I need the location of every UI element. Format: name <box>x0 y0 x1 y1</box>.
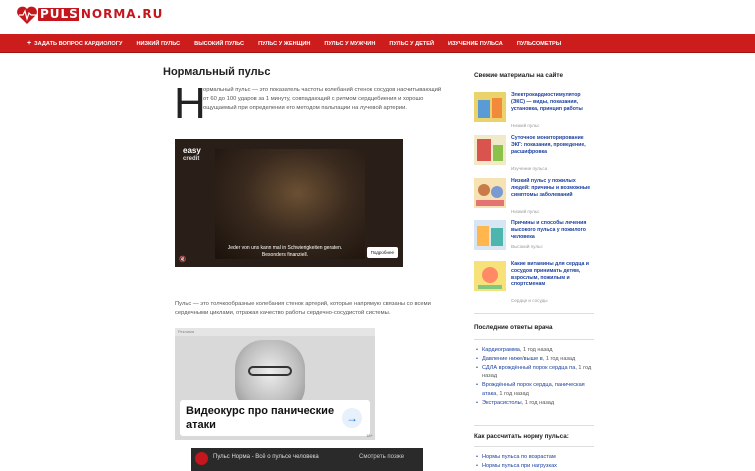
ad-headline: Видеокурс про панические атаки <box>186 405 335 431</box>
intro-paragraph: ормальный пульс — это показатель частоты… <box>203 87 442 111</box>
heart-icon <box>17 6 37 24</box>
list-item: Нормы пульса при нагрузках <box>476 462 596 471</box>
video-scene <box>215 149 365 259</box>
post-thumbnail <box>474 92 506 122</box>
main-navigation: + Задать вопрос кардиологу Низкий пульс В… <box>0 34 755 53</box>
nav-pulse-meters[interactable]: Пульсометры <box>510 34 568 53</box>
mute-icon[interactable]: 🔇 <box>179 256 186 263</box>
nav-pulse-study[interactable]: Изучение пульса <box>441 34 510 53</box>
post-title[interactable]: Низкий пульс у пожилых людей: причины и … <box>511 178 593 198</box>
post-category[interactable]: Сердце и сосуды <box>511 298 548 303</box>
watch-later-icon[interactable]: Смотреть позже <box>359 454 404 460</box>
post-category[interactable]: Изучение пульса <box>511 166 547 171</box>
page-title: Нормальный пульс <box>163 66 271 78</box>
site-header: PULS NORMA.RU <box>0 0 755 34</box>
calc-list: Нормы пульса по возрастам Нормы пульса п… <box>476 453 596 471</box>
ad-portrait-glasses <box>248 366 292 376</box>
nav-low-pulse[interactable]: Низкий пульс <box>129 34 187 53</box>
calc-link[interactable]: Нормы пульса по возрастам <box>482 454 556 460</box>
logo-text: PULS NORMA.RU <box>40 7 166 21</box>
ad-label: Реклама <box>175 328 375 336</box>
list-item: Нормы пульса по возрастам <box>476 453 596 462</box>
dropcap-letter: Н <box>174 79 206 128</box>
arrow-right-icon[interactable]: → <box>342 408 362 428</box>
post-category[interactable]: Низкий пульс <box>511 123 539 128</box>
post-title[interactable]: Суточное мониторирование ЭКГ: показания,… <box>511 135 593 155</box>
course-ad[interactable]: Реклама Видеокурс про панические атаки →… <box>175 328 375 440</box>
calc-heading: Как рассчитать норму пульса: <box>474 433 569 440</box>
post-category[interactable]: Низкий пульс <box>511 209 539 214</box>
nav-pulse-children[interactable]: Пульс у детей <box>382 34 441 53</box>
answers-list: Кардиограмма, 1 год назад Давление ниже/… <box>476 346 596 408</box>
nav-pulse-men[interactable]: Пульс у мужчин <box>317 34 382 53</box>
video-title[interactable]: Пульс Норма - Всё о пульсе человека <box>213 454 319 460</box>
calc-link[interactable]: Нормы пульса при нагрузках <box>482 463 557 469</box>
sidebar-post[interactable]: Суточное мониторирование ЭКГ: показания,… <box>474 135 594 171</box>
ad-card[interactable]: Видеокурс про панические атаки → <box>180 400 370 436</box>
doctor-answers-heading: Последние ответы врача <box>474 324 553 331</box>
recent-posts-heading: Свежие материалы на сайте <box>474 72 563 79</box>
nav-pulse-women[interactable]: Пульс у женщин <box>251 34 317 53</box>
ad-more-button[interactable]: Подробнее <box>366 247 398 258</box>
answer-link[interactable]: Давление ниже/выше в <box>482 356 543 362</box>
post-title[interactable]: Какие витамины для сердца и сосудов прин… <box>511 261 593 288</box>
divider <box>474 446 594 447</box>
post-category[interactable]: Высокий пульс <box>511 244 543 249</box>
age-rating: 18+ <box>366 433 373 438</box>
sidebar-post[interactable]: Электрокардиостимулятор (ЭКС) — виды, по… <box>474 92 594 128</box>
list-item: Врождённый порок сердца, паническая атак… <box>476 381 596 399</box>
sidebar-post[interactable]: Какие витамины для сердца и сосудов прин… <box>474 261 594 303</box>
post-thumbnail <box>474 178 506 208</box>
list-item: Кардиограмма, 1 год назад <box>476 346 596 355</box>
answer-link[interactable]: СДЛА врождённый порок сердца па <box>482 365 575 371</box>
sidebar-post[interactable]: Низкий пульс у пожилых людей: причины и … <box>474 178 594 214</box>
list-item: СДЛА врождённый порок сердца па, 1 год н… <box>476 364 596 382</box>
post-title[interactable]: Электрокардиостимулятор (ЭКС) — виды, по… <box>511 92 593 112</box>
list-item: Экстрасистолы, 1 год назад <box>476 399 596 408</box>
answer-link[interactable]: Экстрасистолы <box>482 400 522 406</box>
channel-avatar <box>195 452 208 465</box>
body-paragraph: Пульс — это толчкообразные колебания сте… <box>175 301 431 316</box>
video-caption: Jeder von uns kann mal in Schwierigkeite… <box>227 245 343 258</box>
post-thumbnail <box>474 220 506 250</box>
divider <box>474 339 594 340</box>
post-thumbnail <box>474 135 506 165</box>
nav-ask-cardiologist[interactable]: + Задать вопрос кардиологу <box>20 34 129 53</box>
post-thumbnail <box>474 261 506 291</box>
youtube-embed[interactable]: Пульс Норма - Всё о пульсе человека Смот… <box>191 448 423 471</box>
post-title[interactable]: Причины и способы лечения высокого пульс… <box>511 220 593 240</box>
nav-high-pulse[interactable]: Высокий пульс <box>187 34 251 53</box>
sidebar-post[interactable]: Причины и способы лечения высокого пульс… <box>474 220 594 256</box>
video-ad-player[interactable]: easy credit Jeder von uns kann mal in Sch… <box>175 139 403 267</box>
ad-brand-logo: easy credit <box>183 146 201 163</box>
divider <box>474 313 594 314</box>
divider <box>474 425 594 426</box>
site-logo[interactable]: PULS NORMA.RU <box>16 4 166 26</box>
list-item: Давление ниже/выше в, 1 год назад <box>476 355 596 364</box>
answer-link[interactable]: Кардиограмма <box>482 347 520 353</box>
